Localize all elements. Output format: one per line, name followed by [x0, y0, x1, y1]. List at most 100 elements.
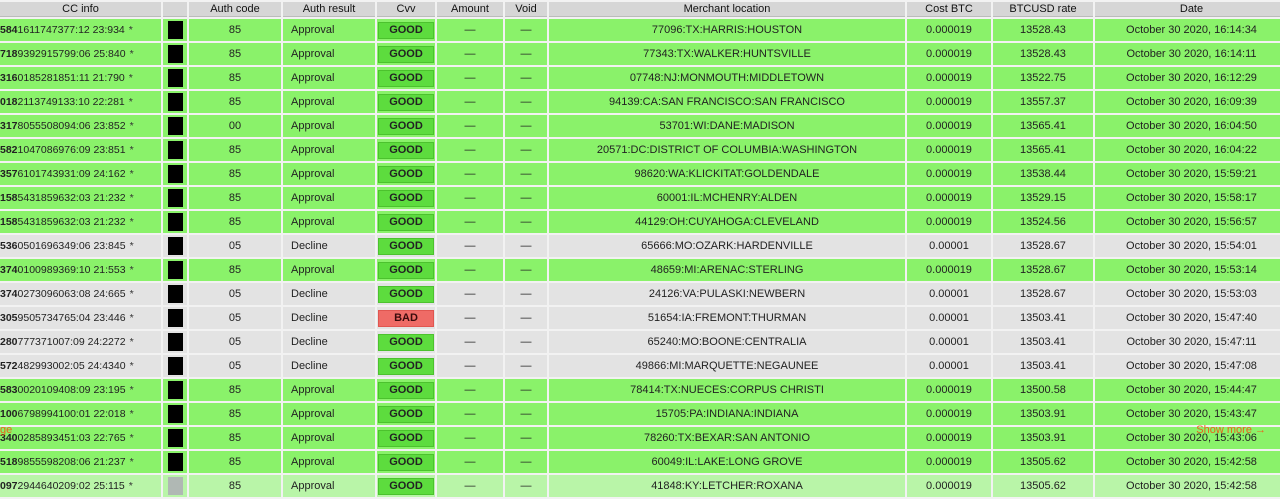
- merchant-location-cell: 65666:MO:OZARK:HARDENVILLE: [549, 235, 905, 257]
- void-cell: —: [505, 403, 547, 425]
- previous-page-link[interactable]: ge: [0, 424, 12, 436]
- cc-details: 5431859632:03 21:232: [17, 216, 126, 228]
- column-header-amount[interactable]: Amount: [437, 2, 503, 17]
- merchant-location-cell: 53701:WI:DANE:MADISON: [549, 115, 905, 137]
- date-cell: October 30 2020, 15:47:11: [1095, 331, 1280, 353]
- btcusd-rate-cell: 13528.43: [993, 43, 1093, 65]
- column-header-cvv[interactable]: Cvv: [377, 2, 435, 17]
- table-row[interactable]: 1006798994100:01 22:018 * 85 Approval GOOD — —…: [0, 403, 1280, 425]
- transactions-body: 5841611747377:12 23:934 * 85 Approval GOOD — —…: [0, 19, 1280, 497]
- column-header-btcusd-rate[interactable]: BTCUSD rate: [993, 2, 1093, 17]
- cc-details: 9855598208:06 21:237: [17, 456, 126, 468]
- cc-info-cell[interactable]: 1585431859632:03 21:232 *: [0, 187, 161, 209]
- cvv-status-badge: GOOD: [378, 357, 434, 375]
- column-header-merchant-location[interactable]: Merchant location: [549, 2, 905, 17]
- table-row[interactable]: 3059505734765:04 23:446 * 05 Decline BAD — —51…: [0, 307, 1280, 329]
- date-cell: October 30 2020, 15:53:03: [1095, 283, 1280, 305]
- amount-cell: —: [437, 211, 503, 233]
- cc-info-cell[interactable]: 5360501696349:06 23:845 *: [0, 235, 161, 257]
- cc-prefix: 582: [0, 144, 18, 156]
- cost-btc-cell: 0.000019: [907, 67, 991, 89]
- star-icon: *: [129, 168, 134, 180]
- void-cell: —: [505, 19, 547, 41]
- date-cell: October 30 2020, 15:58:17: [1095, 187, 1280, 209]
- void-cell: —: [505, 283, 547, 305]
- table-row[interactable]: 280777371007:09 24:2272 * 05 Decline GOOD — —6…: [0, 331, 1280, 353]
- cc-info-cell[interactable]: 3740273096063:08 24:665 *: [0, 283, 161, 305]
- column-header-void[interactable]: Void: [505, 2, 547, 17]
- column-header-card-image[interactable]: [163, 2, 187, 17]
- table-row[interactable]: 3400285893451:03 22:765 * 85 Approval GOOD — —…: [0, 427, 1280, 449]
- table-row[interactable]: 3160185281851:11 21:790 * 85 Approval GOOD — —…: [0, 67, 1280, 89]
- cc-info-cell[interactable]: 5830020109408:09 23:195 *: [0, 379, 161, 401]
- cvv-status-badge: GOOD: [378, 237, 434, 255]
- cc-info-cell[interactable]: 0182113749133:10 22:281 *: [0, 91, 161, 113]
- star-icon: *: [129, 264, 134, 276]
- btcusd-rate-cell: 13503.41: [993, 331, 1093, 353]
- btcusd-rate-cell: 13557.37: [993, 91, 1093, 113]
- table-row[interactable]: 3740273096063:08 24:665 * 05 Decline GOOD — —2…: [0, 283, 1280, 305]
- void-cell: —: [505, 211, 547, 233]
- cvv-status-badge: GOOD: [378, 141, 434, 159]
- table-row[interactable]: 5841611747377:12 23:934 * 85 Approval GOOD — —…: [0, 19, 1280, 41]
- column-header-auth-result[interactable]: Auth result: [283, 2, 375, 17]
- cc-info-cell[interactable]: 5189855598208:06 21:237 *: [0, 451, 161, 473]
- column-header-date[interactable]: Date: [1095, 2, 1280, 17]
- table-row[interactable]: 0182113749133:10 22:281 * 85 Approval GOOD — —…: [0, 91, 1280, 113]
- table-row[interactable]: 1585431859632:03 21:232 * 85 Approval GOOD — —…: [0, 211, 1280, 233]
- cc-info-cell[interactable]: 3178055508094:06 23:852 *: [0, 115, 161, 137]
- amount-cell: —: [437, 43, 503, 65]
- card-image-cell: [163, 163, 187, 185]
- auth-code-cell: 85: [189, 403, 281, 425]
- star-icon: *: [129, 312, 134, 324]
- merchant-location-cell: 24126:VA:PULASKI:NEWBERN: [549, 283, 905, 305]
- table-row[interactable]: 5821047086976:09 23:851 * 85 Approval GOOD — —…: [0, 139, 1280, 161]
- table-row[interactable]: 5830020109408:09 23:195 * 85 Approval GOOD — —…: [0, 379, 1280, 401]
- cc-info-cell[interactable]: 3576101743931:09 24:162 *: [0, 163, 161, 185]
- cc-info-cell[interactable]: 7189392915799:06 25:840 *: [0, 43, 161, 65]
- cc-info-cell[interactable]: 280777371007:09 24:2272 *: [0, 331, 161, 353]
- table-row[interactable]: 0972944640209:02 25:115 * 85 Approval GOOD — —…: [0, 475, 1280, 497]
- table-row[interactable]: 572482993002:05 24:4340 * 05 Decline GOOD — —4…: [0, 355, 1280, 377]
- auth-code-cell: 05: [189, 331, 281, 353]
- btcusd-rate-cell: 13528.67: [993, 283, 1093, 305]
- cc-info-cell[interactable]: 3400285893451:03 22:765 *: [0, 427, 161, 449]
- cost-btc-cell: 0.000019: [907, 427, 991, 449]
- date-cell: October 30 2020, 15:47:40: [1095, 307, 1280, 329]
- date-cell: October 30 2020, 15:44:47: [1095, 379, 1280, 401]
- cc-info-cell[interactable]: 5821047086976:09 23:851 *: [0, 139, 161, 161]
- merchant-location-cell: 94139:CA:SAN FRANCISCO:SAN FRANCISCO: [549, 91, 905, 113]
- cc-info-cell[interactable]: 5841611747377:12 23:934 *: [0, 19, 161, 41]
- merchant-location-cell: 78260:TX:BEXAR:SAN ANTONIO: [549, 427, 905, 449]
- auth-result-cell: Approval: [283, 451, 375, 473]
- cvv-status-badge: BAD: [378, 309, 434, 327]
- cc-prefix: 100: [0, 408, 18, 420]
- auth-code-cell: 85: [189, 379, 281, 401]
- show-more-link[interactable]: Show more →: [1196, 424, 1266, 436]
- table-row[interactable]: 3740100989369:10 21:553 * 85 Approval GOOD — —…: [0, 259, 1280, 281]
- table-row[interactable]: 3178055508094:06 23:852 * 00 Approval GOOD — —…: [0, 115, 1280, 137]
- column-header-cost-btc[interactable]: Cost BTC: [907, 2, 991, 17]
- date-cell: October 30 2020, 15:53:14: [1095, 259, 1280, 281]
- void-cell: —: [505, 115, 547, 137]
- column-header-cc-info[interactable]: CC info: [0, 2, 161, 17]
- btcusd-rate-cell: 13505.62: [993, 475, 1093, 497]
- cvv-cell: BAD: [377, 307, 435, 329]
- cc-info-cell[interactable]: 0972944640209:02 25:115 *: [0, 475, 161, 497]
- star-icon: *: [129, 120, 134, 132]
- column-header-auth-code[interactable]: Auth code: [189, 2, 281, 17]
- table-row[interactable]: 7189392915799:06 25:840 * 85 Approval GOOD — —…: [0, 43, 1280, 65]
- cc-info-cell[interactable]: 3059505734765:04 23:446 *: [0, 307, 161, 329]
- cc-info-cell[interactable]: 1006798994100:01 22:018 *: [0, 403, 161, 425]
- table-row[interactable]: 3576101743931:09 24:162 * 85 Approval GOOD — —…: [0, 163, 1280, 185]
- table-row[interactable]: 1585431859632:03 21:232 * 85 Approval GOOD — —…: [0, 187, 1280, 209]
- cc-info-cell[interactable]: 3160185281851:11 21:790 *: [0, 67, 161, 89]
- cc-info-cell[interactable]: 572482993002:05 24:4340 *: [0, 355, 161, 377]
- table-row[interactable]: 5189855598208:06 21:237 * 85 Approval GOOD — —…: [0, 451, 1280, 473]
- merchant-location-cell: 20571:DC:DISTRICT OF COLUMBIA:WASHINGTON: [549, 139, 905, 161]
- amount-cell: —: [437, 475, 503, 497]
- cc-info-cell[interactable]: 1585431859632:03 21:232 *: [0, 211, 161, 233]
- date-cell: October 30 2020, 16:09:39: [1095, 91, 1280, 113]
- table-row[interactable]: 5360501696349:06 23:845 * 05 Decline GOOD — —6…: [0, 235, 1280, 257]
- cc-info-cell[interactable]: 3740100989369:10 21:553 *: [0, 259, 161, 281]
